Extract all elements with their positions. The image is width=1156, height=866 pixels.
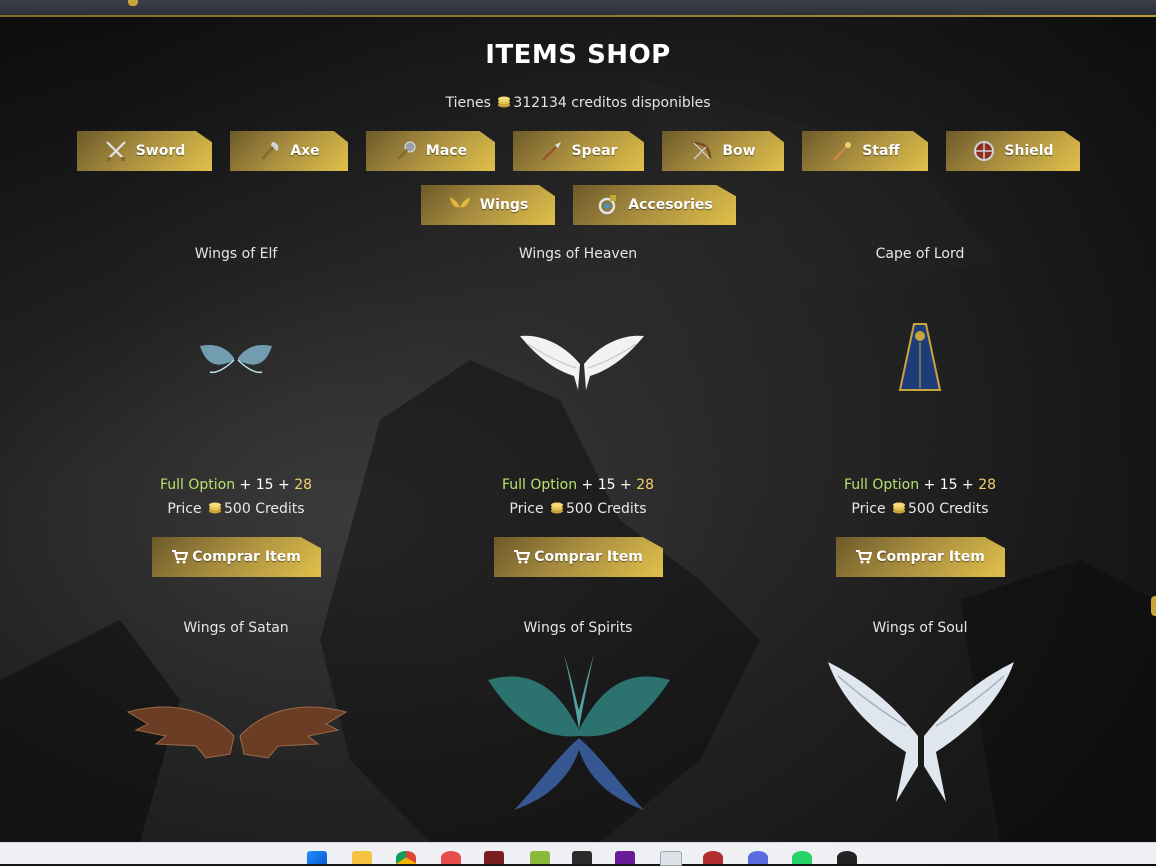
option-plus: + [581, 477, 594, 493]
option-label: Full Option [843, 477, 920, 493]
soul-wings-image [828, 662, 1014, 802]
staff-icon [833, 142, 852, 161]
coin-icon [893, 502, 906, 514]
credits-prefix: Tienes [445, 95, 491, 111]
taskbar [0, 842, 1156, 866]
mace-icon [396, 141, 416, 161]
option-level: 15 [255, 477, 274, 493]
credits-balance: Tienes 312134 creditos disponibles [0, 95, 1156, 111]
terminal-icon[interactable] [572, 851, 592, 864]
category-mace-button[interactable]: Mace [366, 131, 495, 171]
item-option: Full Option + 15 + 28 [428, 477, 728, 493]
game2-icon[interactable] [703, 851, 723, 864]
category-spear-button[interactable]: Spear [513, 131, 644, 171]
wings-icon [449, 197, 470, 208]
buy-item-button[interactable]: Comprar Item [152, 537, 321, 577]
satan-wings-image [126, 706, 348, 759]
item-price: Price 500 Credits [770, 501, 1070, 517]
coin-icon [209, 502, 222, 514]
credits-suffix: creditos disponibles [571, 95, 711, 111]
item-name: Wings of Soul [872, 620, 968, 636]
category-staff-button[interactable]: Staff [802, 131, 928, 171]
option-plus: + [239, 477, 252, 493]
whatsapp-icon[interactable] [792, 851, 812, 864]
files-icon[interactable] [530, 851, 550, 864]
category-sword-button[interactable]: Sword [77, 131, 212, 171]
category-label: Mace [425, 143, 468, 159]
windows-start-icon[interactable] [307, 851, 327, 864]
sword-icon [105, 141, 126, 161]
option-extra: 28 [294, 477, 313, 493]
category-shield-button[interactable]: Shield [946, 131, 1080, 171]
option-plus: + [620, 477, 632, 493]
item-name: Wings of Satan [183, 620, 289, 636]
price-value: 500 Credits [224, 501, 305, 517]
buy-label: Comprar Item [192, 549, 301, 565]
item-option: Full Option + 15 + 28 [770, 477, 1070, 493]
accessories-icon [599, 195, 617, 215]
category-wings-button[interactable]: Wings [421, 185, 555, 225]
heaven-wings-image [520, 335, 644, 390]
buy-label: Comprar Item [876, 549, 985, 565]
lord-cape-image [898, 323, 942, 391]
category-label: Staff [862, 143, 900, 159]
category-axe-button[interactable]: Axe [230, 131, 348, 171]
category-label: Sword [135, 143, 186, 159]
scroll-indicator [1151, 596, 1156, 616]
elf-wings-image [200, 345, 272, 374]
category-label: Shield [1004, 143, 1054, 159]
item-name: Wings of Spirits [523, 620, 633, 636]
category-label: Axe [290, 143, 320, 159]
buy-item-button[interactable]: Comprar Item [494, 537, 663, 577]
category-label: Accesories [628, 197, 713, 213]
cart-icon [514, 550, 531, 564]
editor-icon[interactable] [615, 851, 635, 864]
axe-icon [261, 142, 279, 161]
option-plus: + [923, 477, 936, 493]
item-name: Wings of Heaven [518, 246, 638, 262]
option-label: Full Option [501, 477, 578, 493]
option-extra: 28 [978, 477, 997, 493]
option-plus: + [962, 477, 974, 493]
price-label: Price [167, 501, 202, 517]
chrome-icon[interactable] [396, 851, 416, 864]
option-plus: + [278, 477, 290, 493]
option-extra: 28 [636, 477, 655, 493]
category-bow-button[interactable]: Bow [662, 131, 784, 171]
obs-icon[interactable] [837, 851, 857, 864]
item-price: Price 500 Credits [86, 501, 386, 517]
spirit-wings-image [488, 654, 670, 810]
item-name: Cape of Lord [875, 246, 965, 262]
option-label: Full Option [159, 477, 236, 493]
chat-icon[interactable] [748, 851, 768, 864]
category-label: Wings [479, 197, 529, 213]
cart-icon [856, 550, 873, 564]
cart-icon [172, 550, 189, 564]
bow-icon [693, 141, 712, 160]
credits-amount: 312134 [513, 95, 567, 111]
page-title: ITEMS SHOP [485, 40, 671, 70]
notepad-icon[interactable] [660, 851, 682, 866]
category-label: Spear [571, 143, 618, 159]
price-value: 500 Credits [566, 501, 647, 517]
buy-label: Comprar Item [534, 549, 643, 565]
coin-icon [498, 96, 511, 108]
spear-icon [541, 142, 561, 161]
price-label: Price [851, 501, 886, 517]
item-option: Full Option + 15 + 28 [86, 477, 386, 493]
coin-icon [551, 502, 564, 514]
app-icon[interactable] [441, 851, 461, 864]
category-label: Bow [722, 143, 756, 159]
price-label: Price [509, 501, 544, 517]
file-explorer-icon[interactable] [352, 851, 372, 864]
item-price: Price 500 Credits [428, 501, 728, 517]
item-name: Wings of Elf [194, 246, 278, 262]
shield-icon [974, 141, 995, 161]
option-level: 15 [597, 477, 616, 493]
category-accessories-button[interactable]: Accesories [573, 185, 736, 225]
option-level: 15 [939, 477, 958, 493]
game-icon[interactable] [484, 851, 504, 864]
buy-item-button[interactable]: Comprar Item [836, 537, 1005, 577]
price-value: 500 Credits [908, 501, 989, 517]
